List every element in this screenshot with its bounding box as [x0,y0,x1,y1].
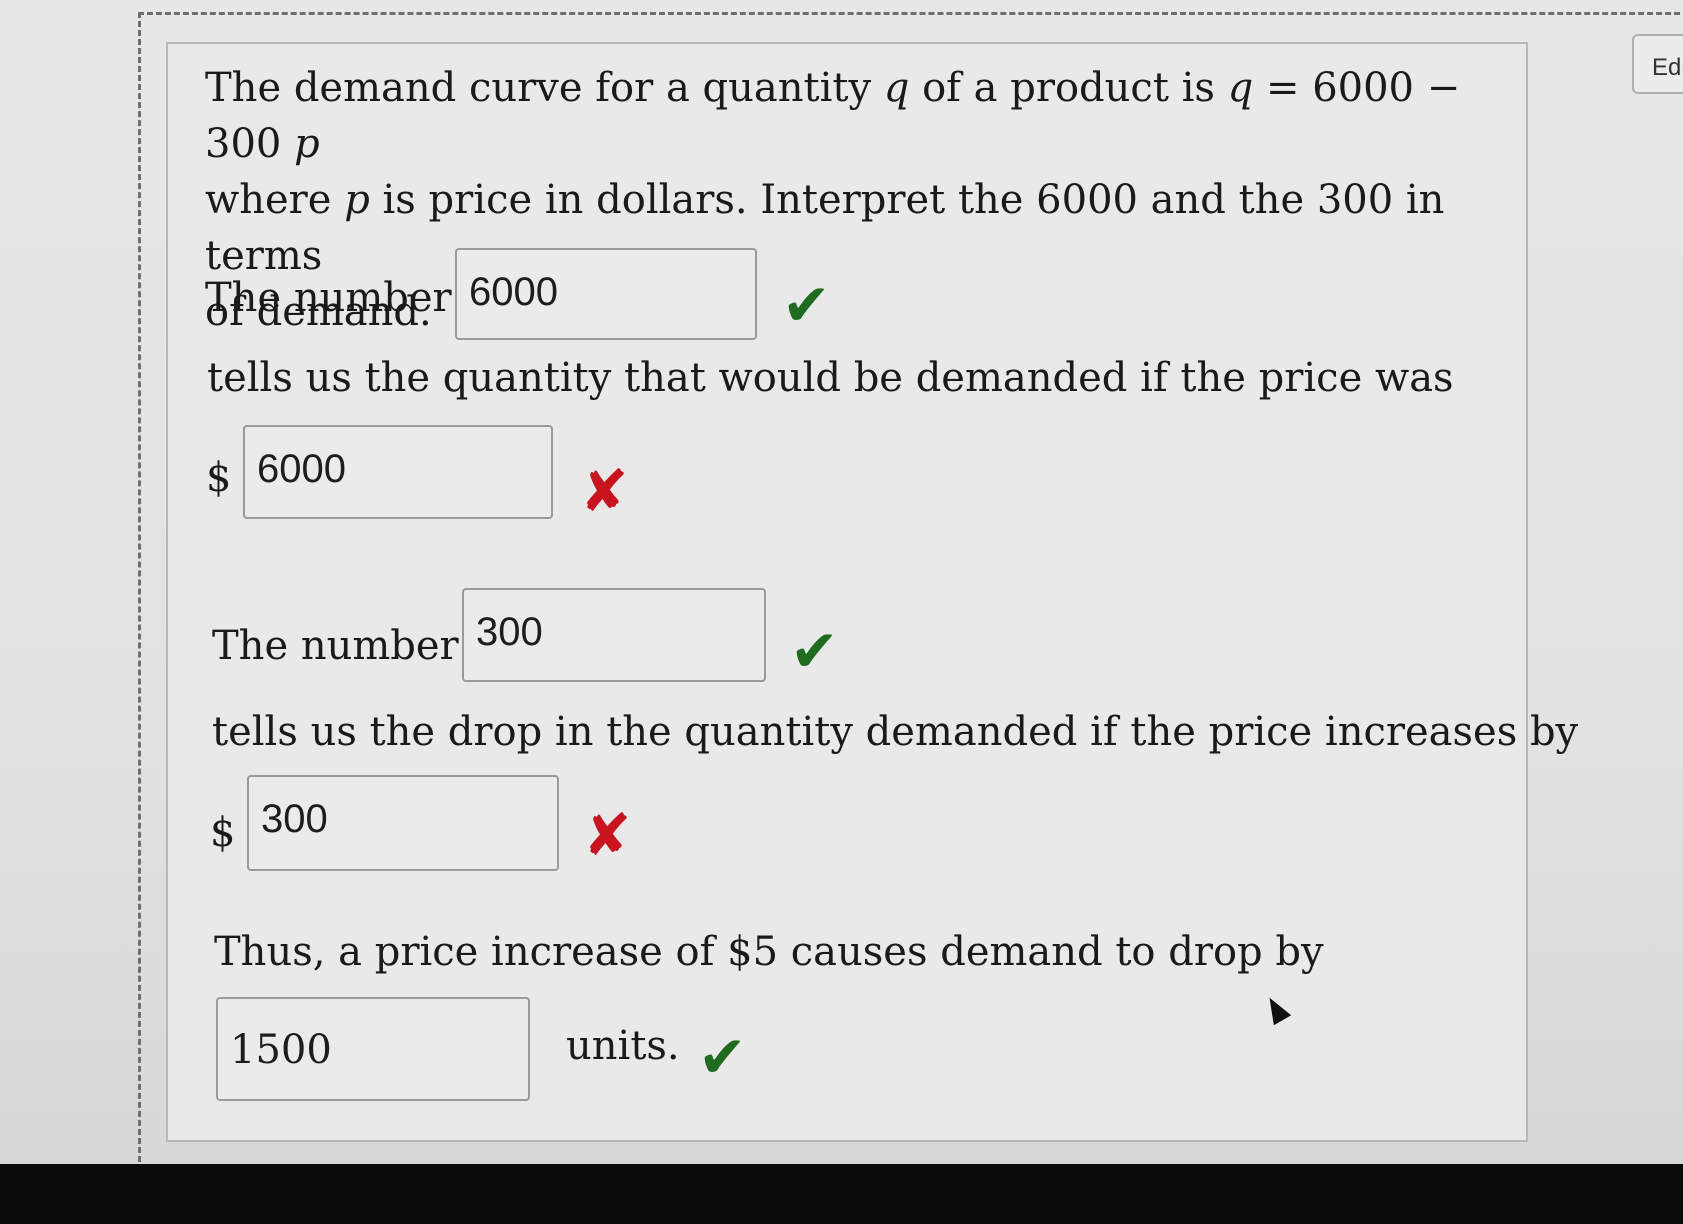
q5-unit-label: units. [566,1023,680,1069]
math-eq-q: q [1227,65,1254,111]
q3-label: The number [212,623,459,669]
q4-answer-input[interactable]: 300 [247,775,559,871]
q3-correct-check-icon: ✔ [790,617,839,685]
edit-button[interactable]: Edi [1632,34,1683,94]
q3-followup-text: tells us the drop in the quantity demand… [212,709,1579,755]
screen: Edi The demand curve for a quantity q of… [0,0,1683,1224]
math-eq-p: p [294,121,320,167]
q1-correct-check-icon: ✔ [782,271,831,339]
monitor-bezel [0,1164,1683,1224]
q3-answer-input[interactable]: 300 [462,588,766,682]
prompt-line-2: where p is price in dollars. Interpret t… [205,177,1445,279]
q4-incorrect-cross-icon: ✘ [583,801,632,869]
q4-currency-symbol: $ [210,810,236,856]
q2-currency-symbol: $ [206,455,232,501]
q5-answer-input[interactable]: 1500 [216,997,530,1101]
q1-followup-text: tells us the quantity that would be dema… [207,355,1454,401]
q1-label: The number [205,275,452,321]
q1-answer-input[interactable]: 6000 [455,248,757,340]
q2-incorrect-cross-icon: ✘ [580,457,629,525]
q2-answer-input[interactable]: 6000 [243,425,553,519]
math-var-p: p [344,177,370,223]
q5-text: Thus, a price increase of $5 causes dema… [214,929,1324,975]
q5-correct-check-icon: ✔ [698,1023,747,1091]
math-var-q: q [883,65,910,111]
prompt-line-1: The demand curve for a quantity q of a p… [205,65,1461,167]
